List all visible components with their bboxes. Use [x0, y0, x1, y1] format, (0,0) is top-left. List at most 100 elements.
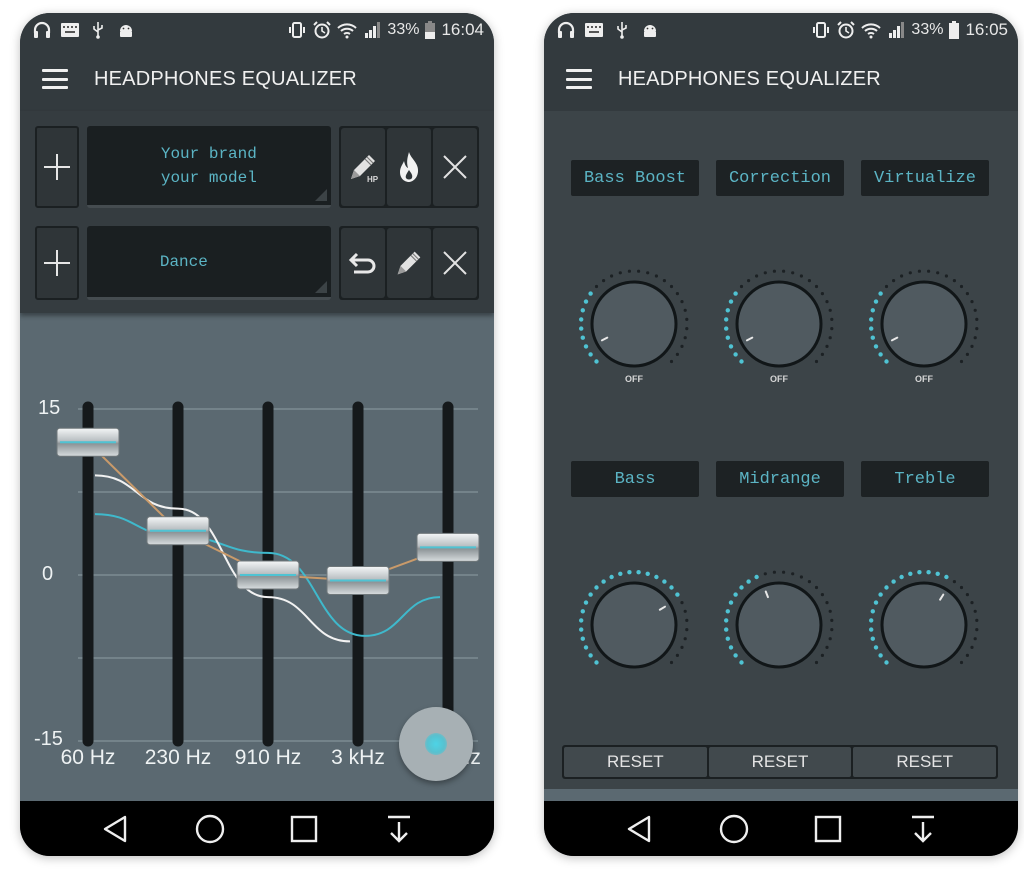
knob-led-off — [970, 601, 974, 605]
remove-preset-button[interactable] — [433, 228, 477, 298]
knob-led-on — [725, 308, 730, 313]
eq-slider-handle[interactable] — [236, 560, 300, 590]
curve-headphone-white — [94, 474, 351, 643]
undo-icon — [348, 252, 376, 274]
knob-led-off — [814, 585, 819, 590]
knob-led-off — [975, 317, 979, 321]
eq-slider-handle[interactable] — [326, 566, 390, 596]
clock: 16:04 — [441, 20, 484, 39]
back-button[interactable] — [621, 811, 657, 847]
knob-led-off — [828, 637, 832, 641]
bass-boost-knob[interactable] — [574, 266, 694, 386]
y-max-label: 15 — [38, 397, 61, 419]
knob-led-off — [675, 653, 679, 657]
hamburger-menu-icon[interactable] — [566, 69, 592, 89]
knob-led-on — [627, 570, 632, 575]
knob-led-on — [739, 359, 744, 364]
bass-knob[interactable] — [574, 567, 694, 687]
knob-led-on — [891, 579, 896, 584]
freq-label-910hz: 910 Hz — [234, 746, 302, 769]
back-button[interactable] — [97, 811, 133, 847]
knob-led-off — [782, 269, 786, 273]
knob-led-off — [973, 308, 977, 312]
knob-led-on — [869, 317, 874, 322]
knob-led-off — [683, 637, 687, 641]
knob-led-off — [952, 279, 956, 283]
knob-body — [735, 280, 823, 368]
knob-led-off — [646, 271, 650, 275]
knob-led-on — [618, 571, 623, 576]
knob-led-on — [733, 592, 738, 597]
reset-buttons: RESET RESET RESET — [562, 745, 998, 779]
knob-led-off — [820, 352, 824, 356]
floating-action-button[interactable] — [399, 707, 473, 781]
knob-led-off — [772, 269, 776, 273]
add-preset-button[interactable] — [35, 226, 79, 300]
knob-led-off — [900, 274, 904, 278]
knob-led-off — [830, 317, 834, 321]
knob-led-off — [965, 593, 969, 597]
midrange-knob[interactable] — [719, 567, 839, 687]
remove-headphone-button[interactable] — [433, 128, 477, 206]
usb-icon — [612, 20, 632, 40]
knob-led-on — [724, 618, 729, 623]
knob-led-on — [580, 609, 585, 614]
add-headphone-button[interactable] — [35, 126, 79, 208]
knob-led-on — [870, 609, 875, 614]
freq-label-230hz: 230 Hz — [144, 746, 212, 769]
correction-knob[interactable] — [719, 266, 839, 386]
knob-led-off — [685, 628, 689, 632]
navigation-bar — [544, 801, 1018, 856]
knob-led-off — [959, 284, 964, 289]
eq-slider-handle[interactable] — [146, 516, 210, 546]
knob-led-on — [728, 344, 734, 349]
knob-led-on — [878, 592, 883, 597]
knob-led-off — [627, 269, 631, 273]
eq-slider-handle[interactable] — [56, 427, 120, 457]
knob-led-off — [602, 279, 606, 283]
preset-name-display[interactable]: Dance — [86, 226, 331, 300]
knob-led-off — [970, 645, 974, 649]
notifications-button[interactable] — [905, 811, 941, 847]
knob-led-on — [654, 574, 659, 580]
knob-led-on — [725, 335, 730, 340]
hamburger-menu-icon[interactable] — [42, 69, 68, 89]
treble-knob[interactable] — [864, 567, 984, 687]
knob-led-on — [935, 571, 940, 576]
burn-in-button[interactable] — [387, 128, 431, 206]
signal-icon — [362, 20, 382, 40]
keyboard-icon — [60, 20, 80, 40]
reset-midrange-button[interactable]: RESET — [708, 747, 852, 777]
reset-treble-button[interactable]: RESET — [853, 747, 997, 777]
headphone-model-display[interactable]: Your brand your model — [86, 126, 331, 208]
notifications-button[interactable] — [381, 811, 417, 847]
recents-button[interactable] — [810, 811, 846, 847]
knob-led-off — [807, 580, 811, 584]
eq-slider-handle[interactable] — [416, 532, 480, 562]
edit-headphones-button[interactable]: HP — [341, 128, 385, 206]
knob-led-on — [579, 326, 584, 331]
home-icon — [195, 814, 224, 843]
undo-preset-button[interactable] — [341, 228, 385, 298]
recents-button[interactable] — [286, 811, 322, 847]
home-button[interactable] — [716, 811, 752, 847]
knob-led-on — [754, 574, 759, 580]
knob-led-off — [763, 271, 767, 275]
knob-led-off — [654, 274, 658, 278]
home-button[interactable] — [192, 811, 228, 847]
knob-led-on — [728, 299, 734, 304]
knob-led-off — [828, 308, 832, 312]
edit-preset-button[interactable] — [387, 228, 431, 298]
knob-led-on — [878, 352, 883, 357]
knob-led-off — [965, 292, 969, 296]
android-debug-icon — [640, 20, 660, 40]
home-icon — [719, 814, 748, 843]
plus-icon — [43, 250, 70, 276]
knob-led-off — [825, 344, 829, 348]
reset-bass-button[interactable]: RESET — [564, 747, 707, 777]
knob-led-off — [791, 271, 795, 275]
knob-led-off — [973, 637, 977, 641]
flame-icon — [400, 152, 419, 182]
virtualizer-knob[interactable] — [864, 266, 984, 386]
knob-led-off — [830, 327, 834, 331]
